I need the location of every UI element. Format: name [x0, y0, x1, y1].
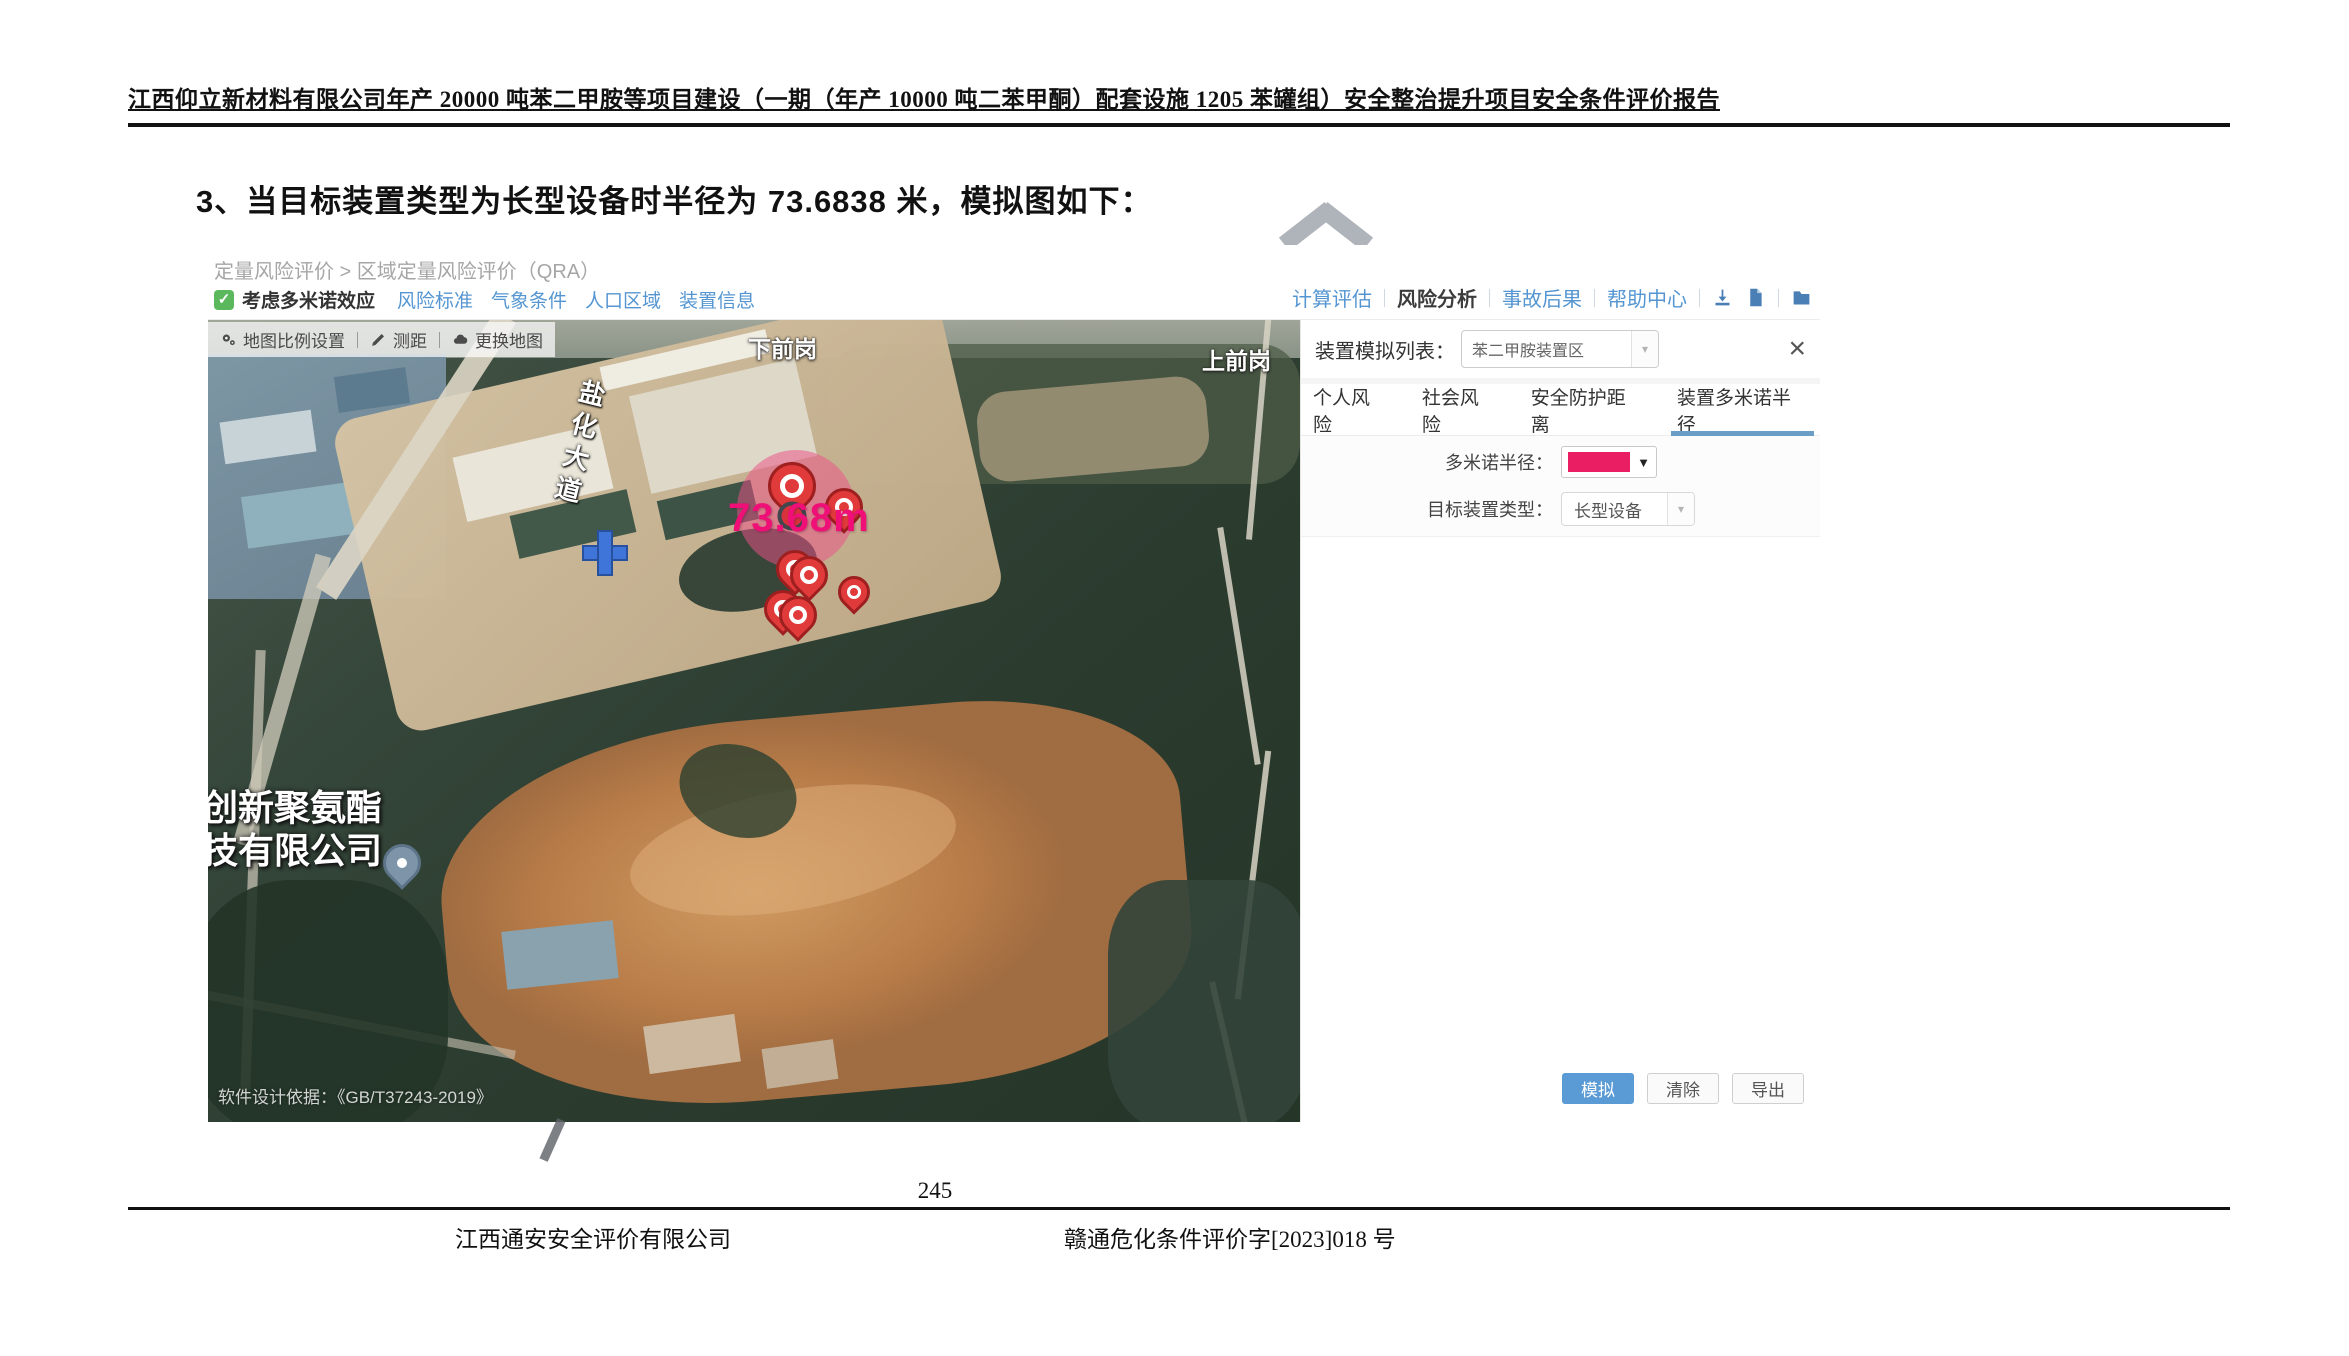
- document-icon[interactable]: [1745, 287, 1766, 308]
- pencil-icon: [370, 331, 387, 348]
- chevron-down-icon[interactable]: ▾: [1631, 331, 1658, 367]
- tab-domino-radius[interactable]: 装置多米诺半径: [1677, 384, 1808, 435]
- breadcrumb[interactable]: 定量风险评价 > 区域定量风险评价（QRA）: [214, 255, 600, 284]
- tab-safety-distance[interactable]: 安全防护距离: [1531, 384, 1643, 435]
- watermark-slash: [539, 1118, 565, 1162]
- gears-icon: [220, 331, 237, 348]
- nav-link-population[interactable]: 人口区域: [585, 286, 661, 313]
- map-pin[interactable]: [790, 556, 828, 594]
- company-label: 创新聚氨酯 技有限公司: [208, 786, 382, 872]
- device-select[interactable]: 苯二甲胺装置区 ▾: [1461, 330, 1659, 368]
- target-type-select[interactable]: 长型设备 ▾: [1561, 492, 1695, 526]
- simulate-button[interactable]: 模拟: [1562, 1073, 1634, 1104]
- section-heading: 3、当目标装置类型为长型设备时半径为 73.6838 米，模拟图如下：: [196, 176, 1153, 221]
- domino-radius-form: 多米诺半径： ▼ 目标装置类型： 长型设备 ▾: [1301, 436, 1820, 537]
- app-toolbar: 定量风险评价 > 区域定量风险评价（QRA） ✓ 考虑多米诺效应 风险标准 气象…: [208, 245, 1820, 320]
- radius-color-picker[interactable]: ▼: [1561, 446, 1657, 478]
- map-pin[interactable]: [838, 576, 870, 608]
- caret-down-icon[interactable]: ▼: [1637, 455, 1650, 470]
- folder-icon[interactable]: [1791, 287, 1812, 308]
- chevron-down-icon[interactable]: ▾: [1667, 493, 1694, 525]
- nav-links: 风险标准 气象条件 人口区域 装置信息: [397, 286, 755, 313]
- cloud-icon: [452, 331, 469, 348]
- footer-company: 江西通安安全评价有限公司: [455, 1220, 731, 1254]
- place-label-shangqiangang: 上前岗: [1202, 342, 1271, 376]
- menu-calc-eval[interactable]: 计算评估: [1292, 283, 1372, 312]
- panel-tabs: 个人风险 社会风险 安全防护距离 装置多米诺半径: [1301, 384, 1820, 436]
- clear-button[interactable]: 清除: [1647, 1073, 1719, 1104]
- tab-social-risk[interactable]: 社会风险: [1422, 384, 1497, 435]
- form-row: 目标装置类型： 长型设备 ▾: [1301, 492, 1695, 526]
- separator: [1778, 289, 1779, 307]
- separator: [1699, 289, 1700, 307]
- target-type-value: 长型设备: [1562, 497, 1667, 522]
- satellite-map[interactable]: 地图比例设置 测距 更换地图 下前岗 上前岗 盐化大道: [208, 320, 1300, 1122]
- page-number: 245: [893, 1178, 977, 1204]
- app-main: 地图比例设置 测距 更换地图 下前岗 上前岗 盐化大道: [208, 320, 1820, 1122]
- separator: [439, 332, 440, 348]
- qra-app-screenshot: 定量风险评价 > 区域定量风险评价（QRA） ✓ 考虑多米诺效应 风险标准 气象…: [208, 245, 1820, 1122]
- color-swatch: [1568, 452, 1630, 472]
- toolbar-row: ✓ 考虑多米诺效应 风险标准 气象条件 人口区域 装置信息: [214, 286, 755, 313]
- radius-value-label: 73.68m: [728, 496, 870, 541]
- domino-effect-checkbox-label[interactable]: 考虑多米诺效应: [242, 286, 375, 313]
- nav-link-risk-standard[interactable]: 风险标准: [397, 286, 473, 313]
- map-toolbar: 地图比例设置 测距 更换地图: [208, 322, 555, 357]
- place-label-xiaqiangang: 下前岗: [748, 330, 817, 364]
- top-menu: 计算评估 风险分析 事故后果 帮助中心: [1292, 283, 1812, 312]
- close-icon[interactable]: ×: [1788, 334, 1806, 364]
- device-select-value: 苯二甲胺装置区: [1462, 337, 1631, 361]
- panel-buttons: 模拟 清除 导出: [1562, 1073, 1804, 1104]
- menu-risk-analysis[interactable]: 风险分析: [1397, 283, 1477, 312]
- footer-rule: [128, 1207, 2230, 1210]
- watermark-chevron: [1278, 203, 1374, 251]
- simulation-panel: 装置模拟列表： 苯二甲胺装置区 ▾ × 个人风险 社会风险 安全防护距离 装置多…: [1300, 320, 1820, 1122]
- report-page: 江西仰立新材料有限公司年产 20000 吨苯二甲胺等项目建设（一期（年产 100…: [0, 0, 2349, 1356]
- panel-title: 装置模拟列表：: [1315, 335, 1455, 364]
- map-center-cross-marker: [582, 530, 628, 576]
- company-map-pin[interactable]: [383, 844, 421, 882]
- menu-help-center[interactable]: 帮助中心: [1607, 283, 1687, 312]
- nav-link-weather[interactable]: 气象条件: [491, 286, 567, 313]
- panel-header: 装置模拟列表： 苯二甲胺装置区 ▾ ×: [1301, 320, 1820, 378]
- domino-radius-field-label: 多米诺半径：: [1301, 449, 1553, 475]
- export-button[interactable]: 导出: [1732, 1073, 1804, 1104]
- map-attribution: 软件设计依据：《GB/T37243-2019》: [218, 1083, 493, 1108]
- download-icon[interactable]: [1712, 287, 1733, 308]
- report-title: 江西仰立新材料有限公司年产 20000 吨苯二甲胺等项目建设（一期（年产 100…: [128, 80, 2230, 114]
- target-type-field-label: 目标装置类型：: [1301, 496, 1553, 522]
- switch-map-button[interactable]: 更换地图: [452, 327, 543, 352]
- map-pin[interactable]: [779, 596, 817, 634]
- separator: [1594, 289, 1595, 307]
- report-header: 江西仰立新材料有限公司年产 20000 吨苯二甲胺等项目建设（一期（年产 100…: [128, 80, 2230, 127]
- form-row: 多米诺半径： ▼: [1301, 446, 1657, 478]
- nav-link-device-info[interactable]: 装置信息: [679, 286, 755, 313]
- separator: [1384, 289, 1385, 307]
- measure-distance-button[interactable]: 测距: [370, 327, 427, 352]
- menu-accident-consequence[interactable]: 事故后果: [1502, 283, 1582, 312]
- checkbox-checked-icon[interactable]: ✓: [214, 290, 234, 310]
- tab-personal-risk[interactable]: 个人风险: [1313, 384, 1388, 435]
- footer-certificate-number: 赣通危化条件评价字[2023]018 号: [1064, 1220, 1396, 1254]
- separator: [1489, 289, 1490, 307]
- map-scale-settings-button[interactable]: 地图比例设置: [220, 327, 345, 352]
- domino-effect-checkbox-wrap[interactable]: ✓ 考虑多米诺效应: [214, 286, 375, 313]
- separator: [357, 332, 358, 348]
